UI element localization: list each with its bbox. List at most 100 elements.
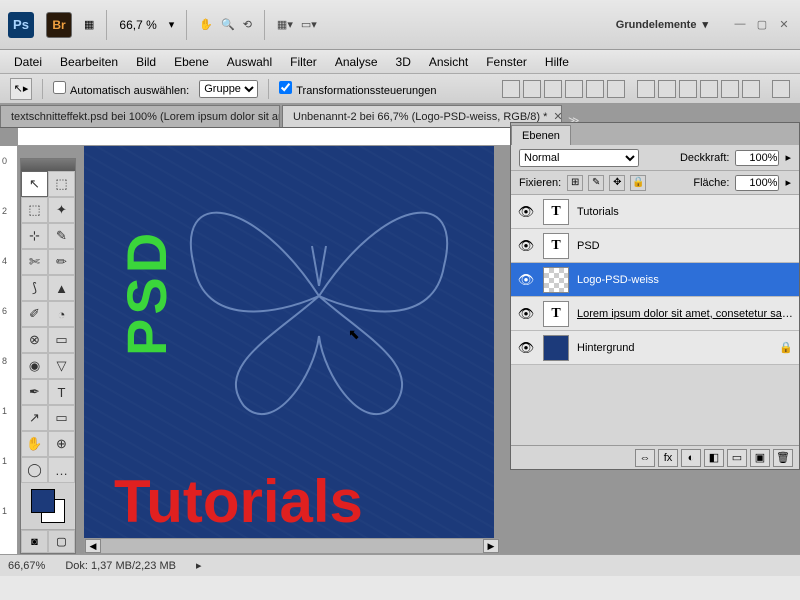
layer-thumbnail[interactable] xyxy=(543,335,569,361)
menu-ansicht[interactable]: Ansicht xyxy=(421,52,476,72)
layer-thumbnail[interactable]: T xyxy=(543,301,569,327)
layer-action-icon[interactable]: ▭ xyxy=(727,449,747,467)
layers-panel[interactable]: Ebenen Normal Deckkraft: ▸ Fixieren: ⊞ ✎… xyxy=(510,122,800,470)
scrollbar-horizontal[interactable]: ◀ ▶ xyxy=(84,538,500,554)
align-icon[interactable] xyxy=(607,80,625,98)
status-doc-size[interactable]: Dok: 1,37 MB/2,23 MB xyxy=(65,560,176,572)
menu-bearbeiten[interactable]: Bearbeiten xyxy=(52,52,126,72)
layer-name[interactable]: Lorem ipsum dolor sit amet, consetetur s… xyxy=(577,308,793,320)
tools-panel[interactable]: ↖⬚⬚✦⊹✎✄✏⟆▲✐◔⊗▭◉▽✒T↗▭✋⊕◯… ◙ ▢ xyxy=(20,158,76,554)
screen-mode-icon[interactable]: ▭▾ xyxy=(301,18,317,31)
auto-select-target[interactable]: Gruppe xyxy=(199,80,258,98)
tool-button[interactable]: ✄ xyxy=(21,249,48,275)
tool-button[interactable]: ✏ xyxy=(48,249,75,275)
chevron-down-icon[interactable]: ▾ xyxy=(169,18,175,31)
layer-action-icon[interactable]: fx xyxy=(658,449,678,467)
tool-button[interactable]: ✒ xyxy=(21,379,48,405)
distribute-icon[interactable] xyxy=(637,80,655,98)
bridge-logo-icon[interactable]: Br xyxy=(46,12,72,38)
zoom-readout[interactable]: 66,7 % xyxy=(119,18,156,32)
tool-button[interactable]: ⊹ xyxy=(21,223,48,249)
layer-action-icon[interactable]: ⇔ xyxy=(635,449,655,467)
layer-action-icon[interactable]: ◧ xyxy=(704,449,724,467)
distribute-icon[interactable] xyxy=(721,80,739,98)
menu-hilfe[interactable]: Hilfe xyxy=(537,52,577,72)
maximize-button[interactable]: ▢ xyxy=(754,18,770,31)
scroll-right-icon[interactable]: ▶ xyxy=(483,539,499,553)
scroll-left-icon[interactable]: ◀ xyxy=(85,539,101,553)
rotate-icon[interactable]: ⟲ xyxy=(243,18,252,31)
visibility-icon[interactable]: 👁 xyxy=(517,237,535,255)
tool-button[interactable]: ✋ xyxy=(21,431,48,457)
tool-button[interactable]: ▲ xyxy=(48,275,75,301)
transform-controls-checkbox[interactable]: Transformationssteuerungen xyxy=(279,81,436,97)
tool-button[interactable]: ↖ xyxy=(21,171,48,197)
tool-button[interactable]: ◯ xyxy=(21,457,48,483)
layer-row[interactable]: 👁 T Tutorials xyxy=(511,195,799,229)
lock-all-icon[interactable]: 🔒 xyxy=(630,175,646,191)
menu-analyse[interactable]: Analyse xyxy=(327,52,386,72)
document-canvas[interactable]: PSD Tutorials PSD-Tutorials.de ⬉ xyxy=(84,146,494,556)
tool-button[interactable]: ↗ xyxy=(21,405,48,431)
layer-thumbnail[interactable]: T xyxy=(543,233,569,259)
layer-name[interactable]: Tutorials xyxy=(577,206,793,218)
layers-tab[interactable]: Ebenen xyxy=(511,125,571,145)
align-icon[interactable] xyxy=(565,80,583,98)
layer-action-icon[interactable]: ▣ xyxy=(750,449,770,467)
align-icon[interactable] xyxy=(544,80,562,98)
foreground-color-swatch[interactable] xyxy=(31,489,55,513)
lock-paint-icon[interactable]: ✎ xyxy=(588,175,604,191)
layer-name[interactable]: Logo-PSD-weiss xyxy=(577,274,793,286)
layer-action-icon[interactable]: ◐ xyxy=(681,449,701,467)
hand-icon[interactable]: ✋ xyxy=(199,18,213,31)
tool-button[interactable]: ⬚ xyxy=(21,197,48,223)
document-tab[interactable]: textschnitteffekt.psd bei 100% (Lorem ip… xyxy=(0,105,280,127)
layer-thumbnail[interactable]: T xyxy=(543,199,569,225)
distribute-icon[interactable] xyxy=(658,80,676,98)
tool-button[interactable]: ⊗ xyxy=(21,327,48,353)
tool-button[interactable]: ✎ xyxy=(48,223,75,249)
panel-grip[interactable] xyxy=(21,159,75,171)
fill-input[interactable] xyxy=(735,175,779,191)
blend-mode-select[interactable]: Normal xyxy=(519,149,639,167)
layer-name[interactable]: Hintergrund xyxy=(577,342,771,354)
tool-button[interactable]: ✐ xyxy=(21,301,48,327)
menu-3d[interactable]: 3D xyxy=(388,52,419,72)
zoom-icon[interactable]: 🔍 xyxy=(221,18,235,31)
tool-button[interactable]: ◔ xyxy=(48,301,75,327)
menu-bild[interactable]: Bild xyxy=(128,52,164,72)
photoshop-logo-icon[interactable]: Ps xyxy=(8,12,34,38)
lock-transparent-icon[interactable]: ⊞ xyxy=(567,175,583,191)
visibility-icon[interactable]: 👁 xyxy=(517,339,535,357)
panel-toggle-icon[interactable]: ▦ xyxy=(84,18,94,31)
menu-filter[interactable]: Filter xyxy=(282,52,325,72)
lock-position-icon[interactable]: ✥ xyxy=(609,175,625,191)
auto-select-checkbox[interactable]: Automatisch auswählen: xyxy=(53,81,189,97)
screenmode-icon[interactable]: ▢ xyxy=(48,530,75,553)
visibility-icon[interactable]: 👁 xyxy=(517,305,535,323)
tool-button[interactable]: ▭ xyxy=(48,405,75,431)
arrange-icon[interactable] xyxy=(772,80,790,98)
layer-thumbnail[interactable] xyxy=(543,267,569,293)
tool-button[interactable]: ▭ xyxy=(48,327,75,353)
align-icon[interactable] xyxy=(523,80,541,98)
menu-ebene[interactable]: Ebene xyxy=(166,52,217,72)
layer-row[interactable]: 👁Hintergrund🔒 xyxy=(511,331,799,365)
layer-action-icon[interactable]: 🗑 xyxy=(773,449,793,467)
align-icon[interactable] xyxy=(502,80,520,98)
chevron-down-icon[interactable]: ▸ xyxy=(785,176,791,189)
status-zoom[interactable]: 66,67% xyxy=(8,560,45,572)
scroll-track[interactable] xyxy=(101,539,483,553)
tool-button[interactable]: ⟆ xyxy=(21,275,48,301)
arrange-icon[interactable]: ▦▾ xyxy=(277,18,293,31)
tool-button[interactable]: ✦ xyxy=(48,197,75,223)
ruler-vertical[interactable]: 0 2 4 6 8 1 1 1 xyxy=(0,146,18,556)
layer-row[interactable]: 👁TPSD xyxy=(511,229,799,263)
minimize-button[interactable]: — xyxy=(732,18,748,31)
visibility-icon[interactable]: 👁 xyxy=(517,203,535,221)
quickmask-icon[interactable]: ◙ xyxy=(21,530,48,553)
tool-button[interactable]: ◉ xyxy=(21,353,48,379)
tool-button[interactable]: … xyxy=(48,457,75,483)
menu-auswahl[interactable]: Auswahl xyxy=(219,52,280,72)
distribute-icon[interactable] xyxy=(679,80,697,98)
